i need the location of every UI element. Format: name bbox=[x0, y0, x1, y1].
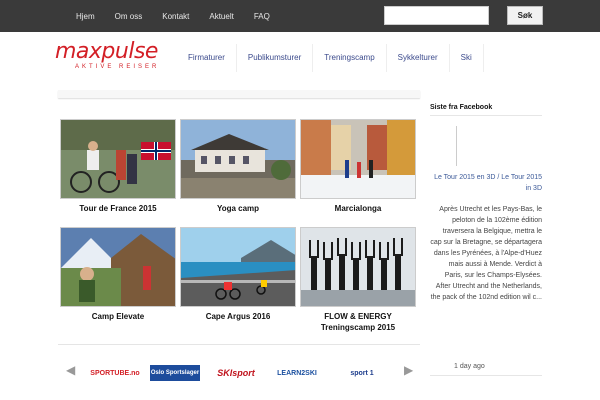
tile-image[interactable] bbox=[180, 119, 296, 199]
mainnav-ski[interactable]: Ski bbox=[450, 44, 484, 72]
topnav-home-link[interactable]: Hjem bbox=[76, 12, 95, 21]
mainnav-firmaturer[interactable]: Firmaturer bbox=[177, 44, 237, 72]
topnav-contact-link[interactable]: Kontakt bbox=[162, 12, 189, 21]
logo-tagline: AKTIVE REISER bbox=[75, 64, 160, 70]
search-input[interactable] bbox=[384, 6, 489, 25]
tile-flow-energy[interactable]: FLOW & ENERGY Treningscamp 2015 bbox=[300, 227, 416, 333]
sponsor-logo[interactable]: LEARN2SKI bbox=[272, 365, 322, 381]
tile-caption[interactable]: Tour de France 2015 bbox=[60, 203, 176, 214]
sidebar-divider bbox=[430, 375, 542, 376]
tile-cape-argus[interactable]: Cape Argus 2016 bbox=[180, 227, 296, 322]
carousel-next-icon[interactable]: ▶ bbox=[404, 363, 413, 377]
facebook-post-text: Après Utrecht et les Pays-Bas, le peloto… bbox=[430, 206, 542, 301]
facebook-sidebar: Siste fra Facebook Le Tour 2015 en 3D / … bbox=[430, 92, 542, 376]
tile-image[interactable] bbox=[180, 227, 296, 307]
tile-image[interactable] bbox=[300, 119, 416, 199]
tile-caption[interactable]: Yoga camp bbox=[180, 203, 296, 214]
tile-camp-elevate[interactable]: Camp Elevate bbox=[60, 227, 176, 322]
topnav-faq-link[interactable]: FAQ bbox=[254, 12, 270, 21]
sponsor-logo[interactable]: SKIsport bbox=[210, 365, 262, 381]
topnav-about-link[interactable]: Om oss bbox=[115, 12, 143, 21]
content-top-bar bbox=[58, 90, 420, 98]
sponsor-logo[interactable]: Oslo Sportslager bbox=[150, 365, 200, 381]
tile-caption[interactable]: Cape Argus 2016 bbox=[180, 311, 296, 322]
tile-image[interactable] bbox=[300, 227, 416, 307]
mainnav-publikumsturer[interactable]: Publikumsturer bbox=[237, 44, 314, 72]
search-button[interactable]: Søk bbox=[507, 6, 543, 25]
top-bar: Hjem Om oss Kontakt Aktuelt FAQ Søk bbox=[0, 0, 600, 32]
tile-yoga-camp[interactable]: Yoga camp bbox=[180, 119, 296, 214]
tile-image[interactable] bbox=[60, 119, 176, 199]
sponsor-logo[interactable]: sport 1 bbox=[336, 365, 388, 381]
sidebar-divider bbox=[456, 126, 457, 166]
tile-image[interactable] bbox=[60, 227, 176, 307]
facebook-post-link[interactable]: Le Tour 2015 en 3D / Le Tour 2015 in 3D bbox=[430, 172, 542, 194]
tile-caption[interactable]: FLOW & ENERGY Treningscamp 2015 bbox=[300, 311, 416, 333]
main-navigation: Firmaturer Publikumsturer Treningscamp S… bbox=[177, 44, 484, 72]
topnav-news-link[interactable]: Aktuelt bbox=[209, 12, 233, 21]
tile-marcialonga[interactable]: Marcialonga bbox=[300, 119, 416, 214]
tile-tour-de-france[interactable]: Tour de France 2015 bbox=[60, 119, 176, 214]
logo-wordmark: maxpulse bbox=[55, 39, 158, 64]
sidebar-title: Siste fra Facebook bbox=[430, 104, 542, 116]
sponsor-logo[interactable]: SPORTUBE.no bbox=[88, 365, 142, 381]
tile-caption[interactable]: Camp Elevate bbox=[60, 311, 176, 322]
facebook-post-time: 1 day ago bbox=[454, 363, 485, 370]
carousel-prev-icon[interactable]: ◀ bbox=[66, 363, 75, 377]
mainnav-sykkelturer[interactable]: Sykkelturer bbox=[387, 44, 450, 72]
site-logo[interactable]: maxpulse AKTIVE REISER bbox=[55, 39, 160, 71]
tile-caption[interactable]: Marcialonga bbox=[300, 203, 416, 214]
sponsor-carousel: ◀ SPORTUBE.no Oslo Sportslager SKIsport … bbox=[58, 344, 420, 400]
mainnav-treningscamp[interactable]: Treningscamp bbox=[313, 44, 387, 72]
top-navigation: Hjem Om oss Kontakt Aktuelt FAQ bbox=[66, 0, 280, 32]
